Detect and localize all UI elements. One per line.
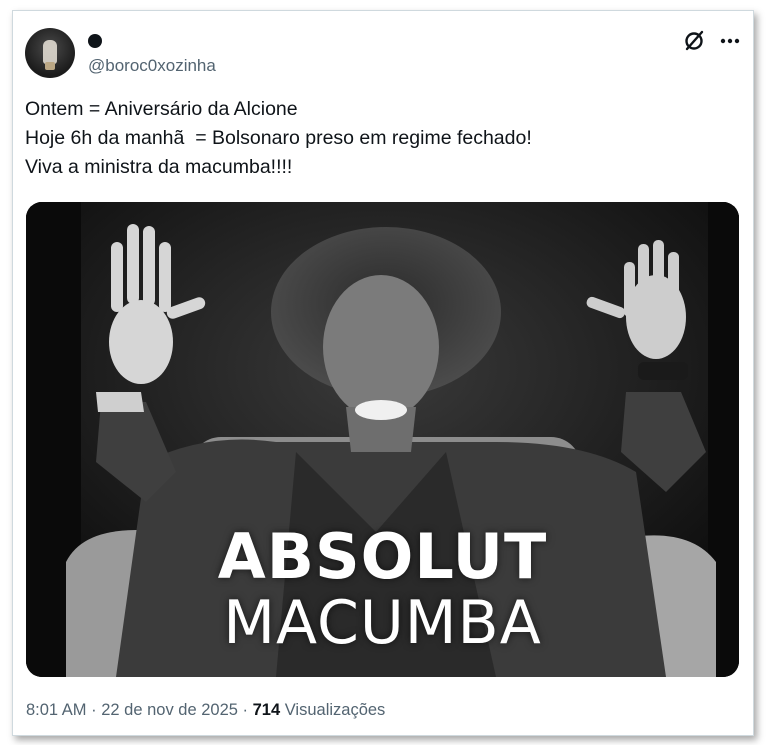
avatar-figure [43, 40, 57, 64]
views-count: 714 [252, 701, 281, 719]
tweet-image[interactable]: ABSOLUT MACUMBA [26, 202, 739, 677]
views-label: Visualizações [280, 701, 386, 719]
tweet-card: @boroc0xozinha Ontem = Aniversário da Al… [12, 10, 754, 736]
user-handle[interactable]: @boroc0xozinha [88, 56, 216, 76]
display-name-dot[interactable] [88, 34, 102, 48]
tweet-meta: 8:01 AM · 22 de nov de 2025 · 714 Visual… [26, 701, 385, 720]
image-caption-line1: ABSOLUT [217, 520, 548, 593]
image-caption-line2: MACUMBA [223, 588, 542, 658]
tweet-line: Ontem = Aniversário da Alcione [25, 98, 298, 120]
tweet-line: Hoje 6h da manhã = Bolsonaro preso em re… [25, 127, 532, 149]
tweet-line: Viva a ministra da macumba!!!! [25, 156, 293, 178]
meta-separator: · [237, 701, 253, 719]
avatar-figure-base [45, 62, 55, 70]
tweet-time[interactable]: 8:01 AM [26, 701, 87, 719]
avatar[interactable] [25, 28, 75, 78]
more-icon[interactable] [715, 27, 745, 53]
tweet-date[interactable]: 22 de nov de 2025 [101, 701, 238, 719]
meta-separator: · [86, 701, 102, 719]
tweet-text: Ontem = Aniversário da Alcione Hoje 6h d… [25, 95, 725, 182]
grok-icon[interactable] [681, 27, 707, 53]
